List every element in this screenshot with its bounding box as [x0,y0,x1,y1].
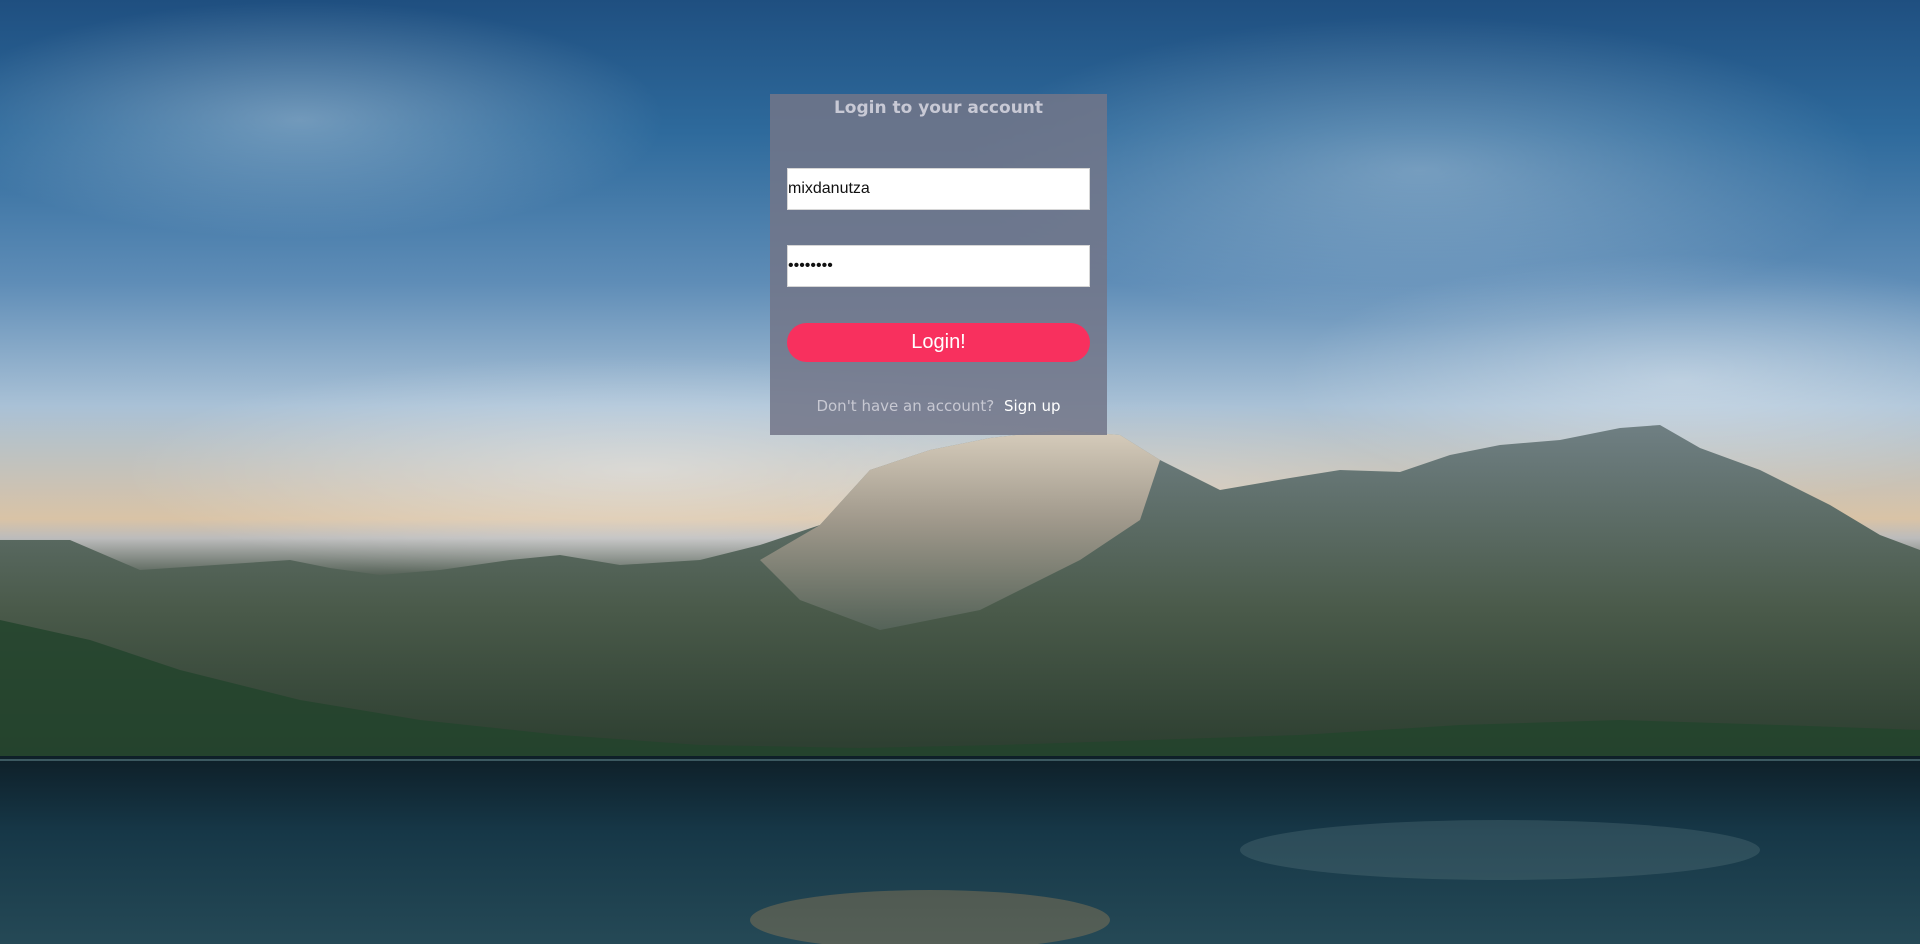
login-title: Login to your account [833,98,1044,118]
username-input[interactable] [787,168,1090,210]
login-button[interactable]: Login! [787,323,1090,362]
signup-prompt: Don't have an account? [816,397,995,415]
password-input[interactable] [787,245,1090,287]
login-card: Login to your account Login! Don't have … [770,94,1107,435]
signup-link[interactable]: Sign up [1004,397,1061,415]
signup-row: Don't have an account? Sign up [770,396,1107,416]
